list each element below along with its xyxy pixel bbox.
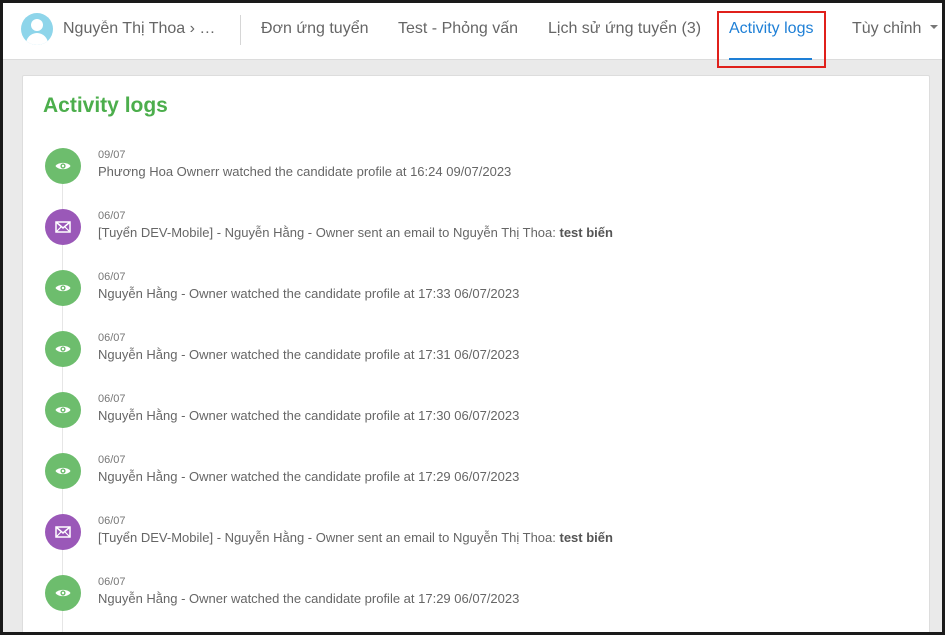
caret-down-icon: [930, 24, 939, 29]
entry-text: Phương Hoa Ownerr watched the candidate …: [98, 164, 512, 179]
entry-date: 09/07: [98, 149, 126, 161]
entry-date: 06/07: [98, 576, 126, 588]
breadcrumb[interactable]: Nguyễn Thị Thoa › Ho…: [63, 20, 223, 38]
timeline-entry: 09/07 Phương Hoa Ownerr watched the cand…: [23, 148, 929, 209]
envelope-icon: [45, 514, 81, 550]
tab-applications[interactable]: Đơn ứng tuyển: [261, 20, 368, 38]
app-window: Nguyễn Thị Thoa › Ho… Đơn ứng tuyển Test…: [0, 0, 945, 635]
activity-logs-panel: Activity logs 09/07 Phương Hoa Ownerr wa…: [22, 75, 930, 632]
entry-message: Nguyễn Hằng - Owner watched the candidat…: [98, 286, 519, 301]
eye-icon: [45, 270, 81, 306]
avatar-body-shape: [26, 33, 48, 45]
entry-text: [Tuyển DEV-Mobile] - Nguyễn Hằng - Owner…: [98, 225, 560, 240]
entry-date: 06/07: [98, 393, 126, 405]
tab-customize[interactable]: Tùy chỉnh: [852, 20, 939, 38]
entry-text: Nguyễn Hằng - Owner watched the candidat…: [98, 286, 520, 301]
envelope-icon: [45, 209, 81, 245]
entry-message: Nguyễn Hằng - Owner watched the candidat…: [98, 591, 519, 606]
entry-text: [Tuyển DEV-Mobile] - Nguyễn Hằng - Owner…: [98, 530, 560, 545]
entry-email-subject[interactable]: test biến: [560, 530, 613, 545]
eye-icon: [45, 392, 81, 428]
entry-message: Nguyễn Hằng - Owner watched the candidat…: [98, 347, 519, 362]
entry-message: [Tuyển DEV-Mobile] - Nguyễn Hằng - Owner…: [98, 530, 613, 545]
eye-icon: [45, 331, 81, 367]
top-navigation-bar: Nguyễn Thị Thoa › Ho… Đơn ứng tuyển Test…: [3, 3, 942, 68]
entry-date: 06/07: [98, 515, 126, 527]
entry-message: Nguyễn Hằng - Owner watched the candidat…: [98, 469, 519, 484]
avatar-head-shape: [31, 19, 43, 31]
eye-icon: [45, 575, 81, 611]
tab-test-interview[interactable]: Test - Phỏng vấn: [398, 20, 518, 38]
entry-text: Nguyễn Hằng - Owner watched the candidat…: [98, 408, 520, 423]
entry-text: Nguyễn Hằng - Owner watched the candidat…: [98, 591, 520, 606]
timeline-entry: 06/07 Nguyễn Hằng - Owner watched the ca…: [23, 575, 929, 632]
entry-message: [Tuyển DEV-Mobile] - Nguyễn Hằng - Owner…: [98, 225, 613, 240]
divider: [240, 15, 241, 45]
timeline-entry: 06/07 Nguyễn Hằng - Owner watched the ca…: [23, 392, 929, 453]
entry-email-subject[interactable]: test biến: [560, 225, 613, 240]
entry-message: Nguyễn Hằng - Owner watched the candidat…: [98, 408, 519, 423]
timeline-entry: 06/07 Nguyễn Hằng - Owner watched the ca…: [23, 331, 929, 392]
timeline-entry: 06/07 Nguyễn Hằng - Owner watched the ca…: [23, 270, 929, 331]
tab-application-history[interactable]: Lịch sử ứng tuyển (3): [548, 20, 701, 38]
page-title: Activity logs: [43, 94, 168, 117]
entry-date: 06/07: [98, 210, 126, 222]
entry-text: Nguyễn Hằng - Owner watched the candidat…: [98, 347, 520, 362]
entry-text: Nguyễn Hằng - Owner watched the candidat…: [98, 469, 520, 484]
entry-date: 06/07: [98, 332, 126, 344]
tab-customize-label: Tùy chỉnh: [852, 20, 922, 37]
entry-message: Phương Hoa Ownerr watched the candidate …: [98, 164, 511, 179]
entry-date: 06/07: [98, 271, 126, 283]
entry-date: 06/07: [98, 454, 126, 466]
eye-icon: [45, 453, 81, 489]
eye-icon: [45, 148, 81, 184]
timeline-entry: 06/07 [Tuyển DEV-Mobile] - Nguyễn Hằng -…: [23, 209, 929, 270]
avatar[interactable]: [21, 13, 53, 45]
timeline-entry: 06/07 Nguyễn Hằng - Owner watched the ca…: [23, 453, 929, 514]
highlight-box: [717, 11, 826, 68]
timeline-entry: 06/07 [Tuyển DEV-Mobile] - Nguyễn Hằng -…: [23, 514, 929, 575]
